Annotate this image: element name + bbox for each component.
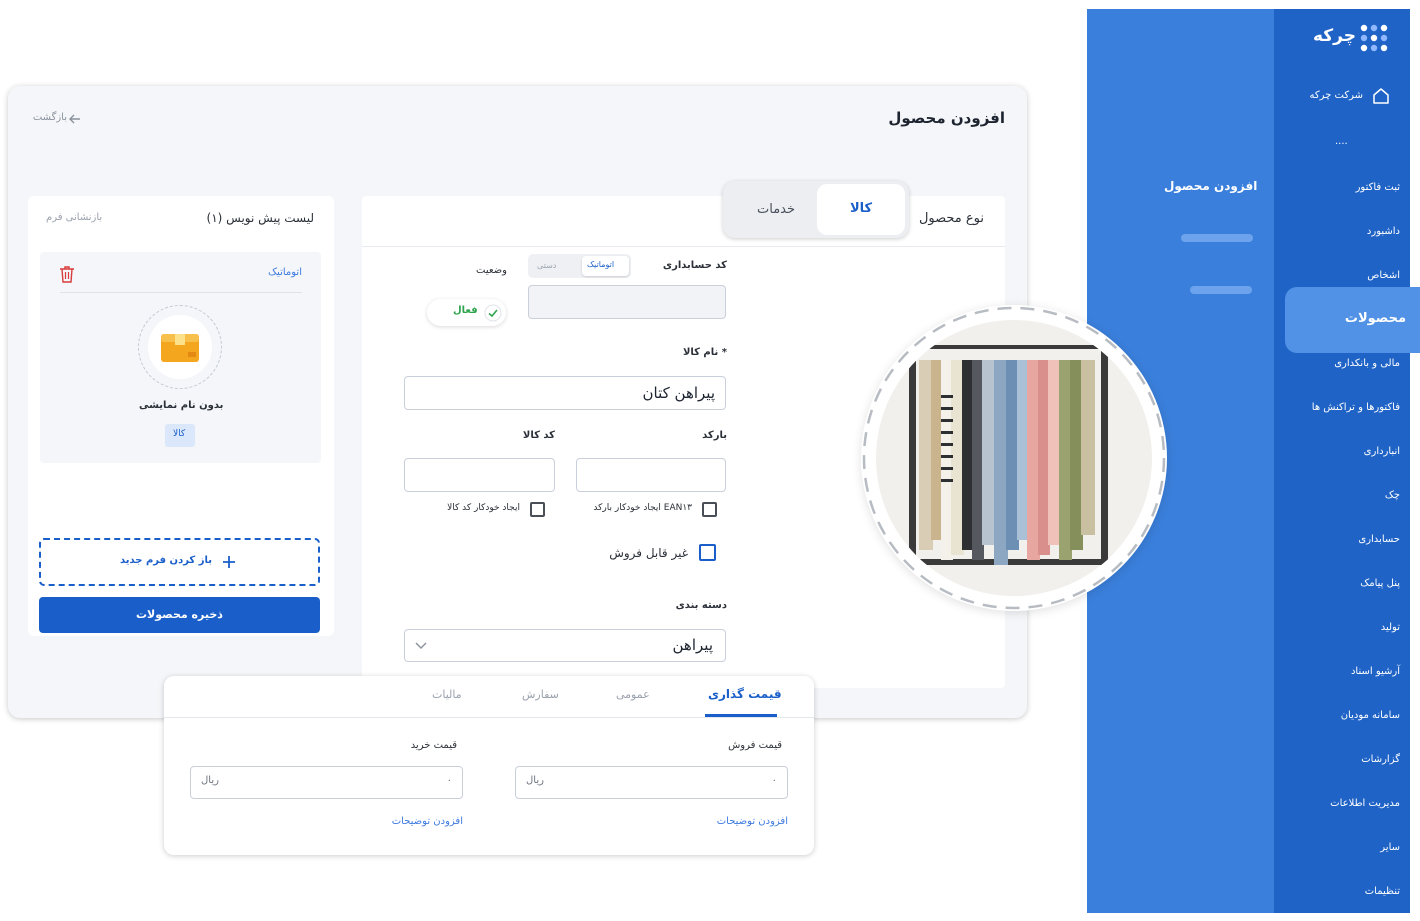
submenu-placeholder	[1190, 286, 1252, 294]
form-header-divider	[362, 246, 1005, 247]
barcode-label: بارکد	[702, 430, 727, 441]
product-code-label: کد کالا	[522, 430, 555, 441]
sidebar-item-cheque[interactable]: چک	[1385, 490, 1400, 501]
mode-manual-button[interactable]: دستی	[537, 261, 556, 270]
brand-logo: چرکه	[1312, 23, 1392, 53]
sidebar-item-accounting[interactable]: حسابداری	[1358, 534, 1400, 545]
sidebar-item-invoices[interactable]: فاکتورها و تراکنش ها	[1312, 402, 1400, 413]
sidebar-item-dashboard[interactable]: داشبورد	[1367, 226, 1400, 237]
status-toggle[interactable]: فعال	[427, 299, 506, 326]
status-label: وضعیت	[476, 265, 507, 276]
category-label: دسته بندی	[675, 600, 727, 611]
save-products-button[interactable]: ذخیره محصولات	[39, 597, 320, 633]
auto-ean-label: ایجاد خودکار بارکد EAN۱۳	[593, 503, 692, 513]
sidebar-item-archive[interactable]: آرشیو اسناد	[1351, 666, 1400, 677]
barcode-input[interactable]	[576, 458, 726, 492]
sidebar-item-sms-panel[interactable]: پنل پیامک	[1360, 578, 1400, 589]
tabs-divider	[164, 717, 814, 718]
product-code-input[interactable]	[404, 458, 555, 492]
sell-price-value: ۰	[771, 775, 777, 786]
draft-item-tag: کالا	[165, 424, 195, 447]
sidebar-item-register-invoice[interactable]: ثبت فاکتور	[1356, 182, 1400, 193]
brand-name: چرکه	[1312, 26, 1356, 46]
buy-price-label: قیمت خرید	[410, 740, 457, 751]
sidebar-item-reports[interactable]: گزارشات	[1361, 754, 1400, 765]
sidebar-item-products[interactable]: محصولات	[1285, 287, 1420, 353]
clothes-rack-image	[861, 305, 1167, 611]
auto-code-checkbox[interactable]	[530, 502, 545, 517]
tab-general[interactable]: عمومی	[616, 688, 650, 701]
auto-ean-checkbox[interactable]	[702, 502, 717, 517]
sell-price-label: قیمت فروش	[728, 740, 782, 751]
sidebar-item-persons[interactable]: اشخاص	[1367, 270, 1400, 281]
sidebar-item-warehouse[interactable]: انبارداری	[1364, 446, 1400, 457]
category-select[interactable]: پیراهن	[404, 629, 726, 662]
tab-tax[interactable]: مالیات	[432, 688, 462, 701]
sidebar-item-products-label: محصولات	[1344, 311, 1406, 326]
draft-item-name: بدون نام نمایشی	[139, 400, 224, 411]
brand-mark-icon	[1360, 24, 1388, 52]
accounting-code-input[interactable]	[528, 285, 726, 319]
open-new-form-button[interactable]: باز کردن فرم جدید	[39, 538, 320, 586]
sidebar-item-data-management[interactable]: مدیریت اطلاعات	[1330, 798, 1400, 809]
clothes-rack-illustration	[862, 306, 1166, 610]
type-services-label: خدمات	[757, 202, 796, 217]
mode-auto-button[interactable]: اتوماتیک	[582, 256, 629, 276]
status-active-label: فعال	[453, 305, 478, 316]
draft-list-title: لیست پیش نویس (۱)	[206, 211, 314, 225]
submenu-title[interactable]: افزودن محصول	[1164, 179, 1257, 193]
sidebar-item-tax-system[interactable]: سامانه مودیان	[1341, 710, 1400, 721]
sidebar-item-other[interactable]: سایر	[1380, 842, 1400, 853]
reset-form-link[interactable]: بازنشانی فرم	[46, 212, 102, 223]
not-sellable-checkbox[interactable]	[699, 544, 716, 561]
product-type-toggle: کالا خدمات	[723, 181, 909, 238]
mode-auto-label: اتوماتیک	[587, 260, 615, 269]
draft-item-mode: اتوماتیک	[268, 267, 302, 278]
product-name-input[interactable]: پیراهن کتان	[404, 376, 726, 410]
sell-price-currency: ریال	[526, 775, 544, 786]
sidebar-item-production[interactable]: تولید	[1381, 622, 1400, 633]
sidebar-item-finance[interactable]: مالی و بانکداری	[1334, 358, 1400, 369]
buy-price-value: ۰	[446, 775, 452, 786]
save-products-label: ذخیره محصولات	[136, 608, 223, 621]
product-type-label: نوع محصول	[918, 211, 984, 226]
open-new-form-label: باز کردن فرم جدید	[119, 555, 212, 566]
check-icon	[484, 304, 502, 322]
tab-order[interactable]: سفارش	[522, 688, 559, 701]
draft-item-divider	[60, 292, 302, 293]
product-name-label: نام کالا *	[682, 347, 727, 358]
back-arrow-icon	[69, 114, 80, 124]
auto-code-label: ایجاد خودکار کد کالا	[447, 503, 520, 513]
company-name: شرکت چرکه	[1309, 90, 1363, 101]
buy-price-input[interactable]: ۰ ریال	[190, 766, 463, 799]
home-icon	[1373, 88, 1389, 104]
chevron-down-icon	[415, 642, 427, 649]
not-sellable-label: غیر قابل فروش	[609, 546, 688, 560]
buy-price-currency: ریال	[201, 775, 219, 786]
type-goods-label: کالا	[850, 201, 873, 216]
type-goods-tab[interactable]: کالا	[817, 184, 905, 235]
buy-add-description-link[interactable]: افزودن توضیحات	[392, 816, 463, 827]
product-name-value: پیراهن کتان	[642, 384, 716, 402]
trash-icon[interactable]	[59, 265, 75, 283]
plus-icon	[223, 556, 235, 568]
page-title: افزودن محصول	[888, 109, 1005, 127]
code-mode-switch: اتوماتیک دستی	[528, 254, 631, 278]
sidebar-more-dots[interactable]: ....	[1335, 136, 1348, 147]
submenu-placeholder	[1181, 234, 1253, 242]
product-avatar	[138, 305, 222, 389]
type-services-tab[interactable]: خدمات	[731, 184, 815, 235]
accounting-code-label: کد حسابداری	[662, 260, 727, 271]
back-link[interactable]: بازگشت	[26, 112, 81, 126]
draft-item-tag-label: کالا	[173, 429, 186, 439]
sell-add-description-link[interactable]: افزودن توضیحات	[717, 816, 788, 827]
sidebar-item-settings[interactable]: تنظیمات	[1365, 886, 1400, 897]
box-icon	[161, 334, 199, 362]
company-selector[interactable]: شرکت چرکه	[1296, 86, 1391, 108]
sell-price-input[interactable]: ۰ ریال	[515, 766, 788, 799]
back-label: بازگشت	[32, 112, 67, 123]
tab-pricing[interactable]: قیمت گذاری	[708, 687, 782, 701]
category-value: پیراهن	[672, 636, 713, 654]
